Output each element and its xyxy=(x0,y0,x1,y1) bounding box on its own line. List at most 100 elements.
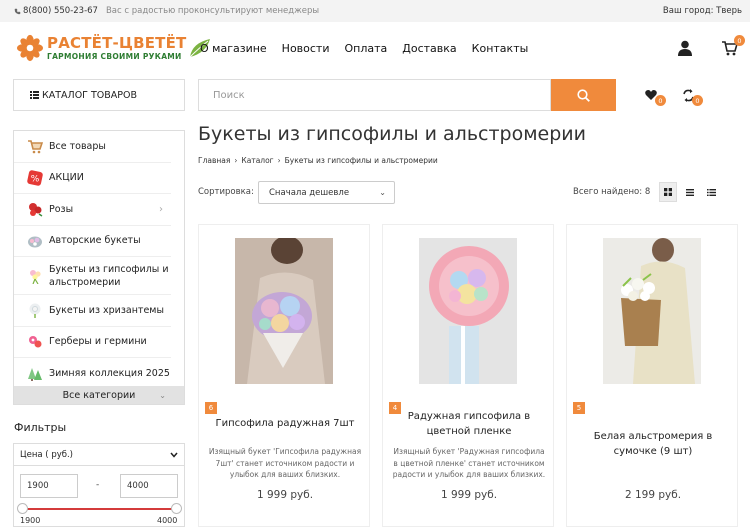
product-price: 2 199 руб. xyxy=(624,489,682,501)
view-list-button[interactable] xyxy=(681,182,699,202)
price-range-max-handle[interactable] xyxy=(171,503,182,514)
city-label: Ваш город: xyxy=(662,6,714,16)
product-price: 1 999 руб. xyxy=(256,489,314,501)
compare-count-badge: 0 xyxy=(692,95,703,106)
filters-title: Фильтры xyxy=(14,421,67,434)
user-icon[interactable] xyxy=(678,40,692,56)
sidebar-item-gerbera[interactable]: Герберы и гермини xyxy=(14,327,171,358)
sidebar-item-label: Герберы и гермини xyxy=(49,336,147,348)
catalog-button[interactable]: КАТАЛОГ ТОВАРОВ xyxy=(13,79,185,111)
sort-selected-value: Сначала дешевле xyxy=(269,187,350,198)
phone-icon xyxy=(14,8,21,14)
nav-delivery[interactable]: Доставка xyxy=(402,42,456,55)
phone-number: 8(800) 550-23-67 xyxy=(23,6,98,16)
price-separator: - xyxy=(96,480,100,490)
gypsophila-icon xyxy=(30,269,41,284)
sidebar-item-chrysanthemum[interactable]: Букеты из хризантемы xyxy=(14,295,171,327)
chevron-right-icon: › xyxy=(159,203,163,215)
wishlist-count-badge: 0 xyxy=(655,95,666,106)
logo[interactable]: РАСТЁТ-ЦВЕТЁТ ГАРМОНИЯ СВОИМИ РУКАМИ xyxy=(16,34,212,62)
product-description: Изящный букет 'Радужная гипсофила в цвет… xyxy=(392,447,546,479)
search-icon xyxy=(577,88,590,102)
logo-title: РАСТЁТ-ЦВЕТЁТ xyxy=(47,33,187,52)
sidebar-item-label: Розы xyxy=(49,203,74,215)
product-image[interactable] xyxy=(603,238,701,384)
grid-icon xyxy=(664,188,672,196)
breadcrumb-catalog[interactable]: Каталог xyxy=(241,156,273,165)
category-sidebar: Все товары % АКЦИИ Розы › Авторские буке… xyxy=(13,130,185,405)
sidebar-item-all-products[interactable]: Все товары xyxy=(14,131,171,163)
city-name: Тверь xyxy=(716,6,742,16)
page-title: Букеты из гипсофилы и альстромерии xyxy=(198,123,586,145)
nav-about[interactable]: О магазине xyxy=(200,42,267,55)
product-card[interactable]: 4 Радужная гипсофила в цветной пленке Из… xyxy=(382,224,554,527)
product-badge: 6 xyxy=(205,402,217,414)
breadcrumb: Главная › Каталог › Букеты из гипсофилы … xyxy=(198,156,438,165)
gerbera-icon xyxy=(29,335,42,348)
phone[interactable]: 8(800) 550-23-67 xyxy=(14,6,98,16)
catalog-button-label: КАТАЛОГ ТОВАРОВ xyxy=(42,89,137,101)
breadcrumb-separator-icon: › xyxy=(234,156,238,165)
tree-icon xyxy=(28,367,42,381)
list-icon xyxy=(30,91,39,99)
nav-contacts[interactable]: Контакты xyxy=(472,42,529,55)
all-categories-button[interactable]: Все категории ⌄ xyxy=(14,386,184,404)
product-price: 1 999 руб. xyxy=(440,489,498,501)
product-name[interactable]: Гипсофила радужная 7шт xyxy=(207,416,363,431)
cart-count-badge: 0 xyxy=(734,35,745,46)
cart-icon xyxy=(28,140,43,154)
price-range-track xyxy=(22,508,178,510)
search-input[interactable]: Поиск xyxy=(198,79,551,111)
breadcrumb-current: Букеты из гипсофилы и альстромерии xyxy=(284,156,438,165)
product-name[interactable]: Белая альстромерия в сумочке (9 шт) xyxy=(575,429,731,459)
product-image[interactable] xyxy=(235,238,333,384)
sidebar-item-label: Букеты из гипсофилы и альстромерии xyxy=(49,263,169,288)
price-range-min-handle[interactable] xyxy=(17,503,28,514)
product-image[interactable] xyxy=(419,238,517,384)
product-description: Изящный букет 'Гипсофила радужная 7шт' с… xyxy=(208,447,362,479)
logo-subtitle: ГАРМОНИЯ СВОИМИ РУКАМИ xyxy=(47,51,182,61)
price-range-min-label: 1900 xyxy=(20,516,41,525)
city-selector[interactable]: Ваш город: Тверь xyxy=(663,6,742,16)
view-grid-button[interactable] xyxy=(659,182,677,202)
flower-logo-icon xyxy=(16,34,44,62)
breadcrumb-separator-icon: › xyxy=(277,156,281,165)
price-max-input[interactable]: 4000 xyxy=(120,474,178,498)
product-card[interactable]: 6 Гипсофила радужная 7шт Изящный букет '… xyxy=(198,224,370,527)
sort-label: Сортировка: xyxy=(198,187,254,197)
price-filter-label: Цена ( руб.) xyxy=(20,449,74,460)
chevron-down-icon: ⌄ xyxy=(159,390,166,400)
sidebar-item-roses[interactable]: Розы › xyxy=(14,194,171,226)
sidebar-item-label: Авторские букеты xyxy=(49,235,141,247)
price-filter-header[interactable]: Цена ( руб.) xyxy=(14,444,184,466)
svg-text:%: % xyxy=(31,174,40,184)
chevron-down-icon: ⌄ xyxy=(379,188,386,197)
nav-news[interactable]: Новости xyxy=(282,42,330,55)
price-filter: Цена ( руб.) 1900 - 4000 1900 4000 xyxy=(13,443,185,527)
main-nav: О магазине Новости Оплата Доставка Конта… xyxy=(200,42,528,55)
price-min-input[interactable]: 1900 xyxy=(20,474,78,498)
rose-icon xyxy=(29,203,43,217)
sidebar-item-label: Зимняя коллекция 2025 xyxy=(49,368,170,380)
sidebar-item-sales[interactable]: % АКЦИИ xyxy=(14,163,171,194)
product-card[interactable]: 5 Белая альстромерия в сумочке (9 шт) 2 … xyxy=(566,224,738,527)
sidebar-item-author-bouquets[interactable]: Авторские букеты xyxy=(14,226,171,257)
search-button[interactable] xyxy=(551,79,616,111)
top-bar-left: 8(800) 550-23-67 Вас с радостью проконсу… xyxy=(14,6,319,16)
all-categories-label: Все категории xyxy=(62,389,136,401)
top-bar: 8(800) 550-23-67 Вас с радостью проконсу… xyxy=(0,0,750,22)
product-name[interactable]: Радужная гипсофила в цветной пленке xyxy=(391,409,547,439)
tagline: Вас с радостью проконсультируют менеджер… xyxy=(105,6,320,16)
nav-payment[interactable]: Оплата xyxy=(345,42,388,55)
detailed-list-icon xyxy=(706,188,716,196)
sidebar-item-label: Букеты из хризантемы xyxy=(49,304,164,316)
price-range-max-label: 4000 xyxy=(157,516,178,525)
sort-select[interactable]: Сначала дешевле ⌄ xyxy=(258,181,395,204)
view-detailed-list-button[interactable] xyxy=(702,182,720,202)
breadcrumb-home[interactable]: Главная xyxy=(198,156,230,165)
chevron-down-icon xyxy=(170,452,178,458)
sidebar-item-winter-collection[interactable]: Зимняя коллекция 2025 xyxy=(14,358,171,390)
results-count: Всего найдено: 8 xyxy=(573,187,651,197)
sidebar-item-gypsophila[interactable]: Букеты из гипсофилы и альстромерии xyxy=(14,257,171,295)
product-badge: 5 xyxy=(573,402,585,414)
